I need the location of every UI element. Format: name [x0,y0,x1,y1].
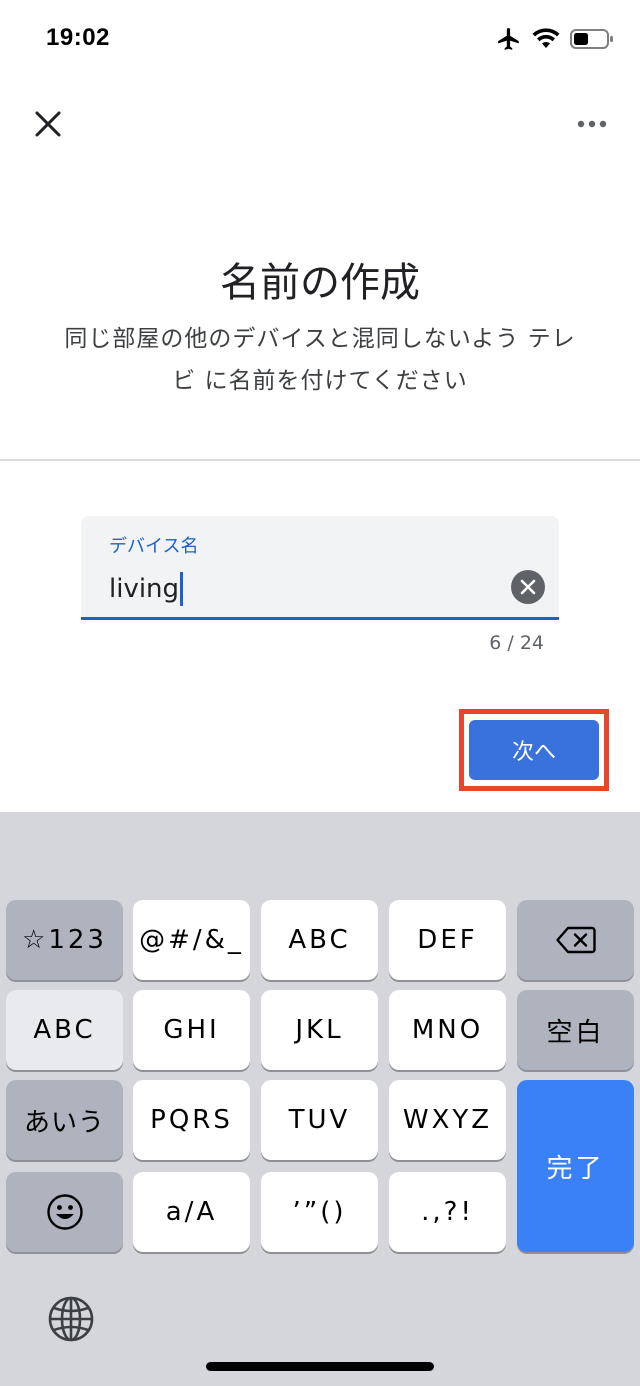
status-time: 19:02 [46,24,110,51]
more-options-button[interactable] [568,102,616,146]
clear-icon [520,579,536,595]
key-jkl[interactable]: JKL [261,990,378,1070]
home-indicator[interactable] [206,1362,434,1371]
key-case-toggle[interactable]: a/A [133,1172,250,1252]
wifi-icon [532,28,560,48]
key-numbers[interactable]: ☆123 [6,900,123,980]
text-caret [180,572,184,606]
status-bar: 19:02 [0,0,640,80]
more-horizontal-icon [577,120,607,128]
page-subtitle: 同じ部屋の他のデバイスと混同しないよう テレ ビ に名前を付けてください [40,318,600,402]
key-wxyz[interactable]: WXYZ [389,1080,506,1160]
subtitle-line-1: 同じ部屋の他のデバイスと混同しないよう テレ [64,326,576,352]
key-abc[interactable]: ABC [261,900,378,980]
key-mno[interactable]: MNO [389,990,506,1070]
key-pqrs[interactable]: PQRS [133,1080,250,1160]
device-name-input[interactable]: living [109,572,184,606]
subtitle-line-2: ビ に名前を付けてください [172,368,468,394]
key-quotes[interactable]: ’”() [261,1172,378,1252]
close-icon [35,111,61,137]
key-backspace[interactable] [517,900,634,980]
character-counter: 6 / 24 [489,632,544,654]
next-button[interactable]: 次へ [469,720,599,780]
key-ghi[interactable]: GHI [133,990,250,1070]
device-name-field[interactable]: デバイス名 living [81,516,559,620]
page-title: 名前の作成 [220,260,420,306]
key-def[interactable]: DEF [389,900,506,980]
device-name-label: デバイス名 [109,536,199,557]
status-icons [496,26,614,52]
close-button[interactable] [26,102,70,146]
device-name-value: living [109,574,180,604]
key-tuv[interactable]: TUV [261,1080,378,1160]
battery-icon [570,29,613,49]
key-done[interactable]: 完了 [517,1080,634,1252]
backspace-icon [555,926,596,954]
key-punctuation[interactable]: .,?! [389,1172,506,1252]
key-symbols[interactable]: @#/&_ [133,900,250,980]
globe-icon [48,1296,94,1342]
key-abc-mode[interactable]: ABC [6,990,123,1070]
key-emoji[interactable] [6,1172,123,1252]
keyboard-switch-button[interactable] [44,1292,98,1346]
airplane-icon [498,28,519,50]
clear-input-button[interactable] [511,570,545,604]
key-kana-mode[interactable]: あいう [6,1080,123,1160]
emoji-icon [46,1194,83,1230]
key-space[interactable]: 空白 [517,990,634,1070]
section-divider [0,459,640,461]
